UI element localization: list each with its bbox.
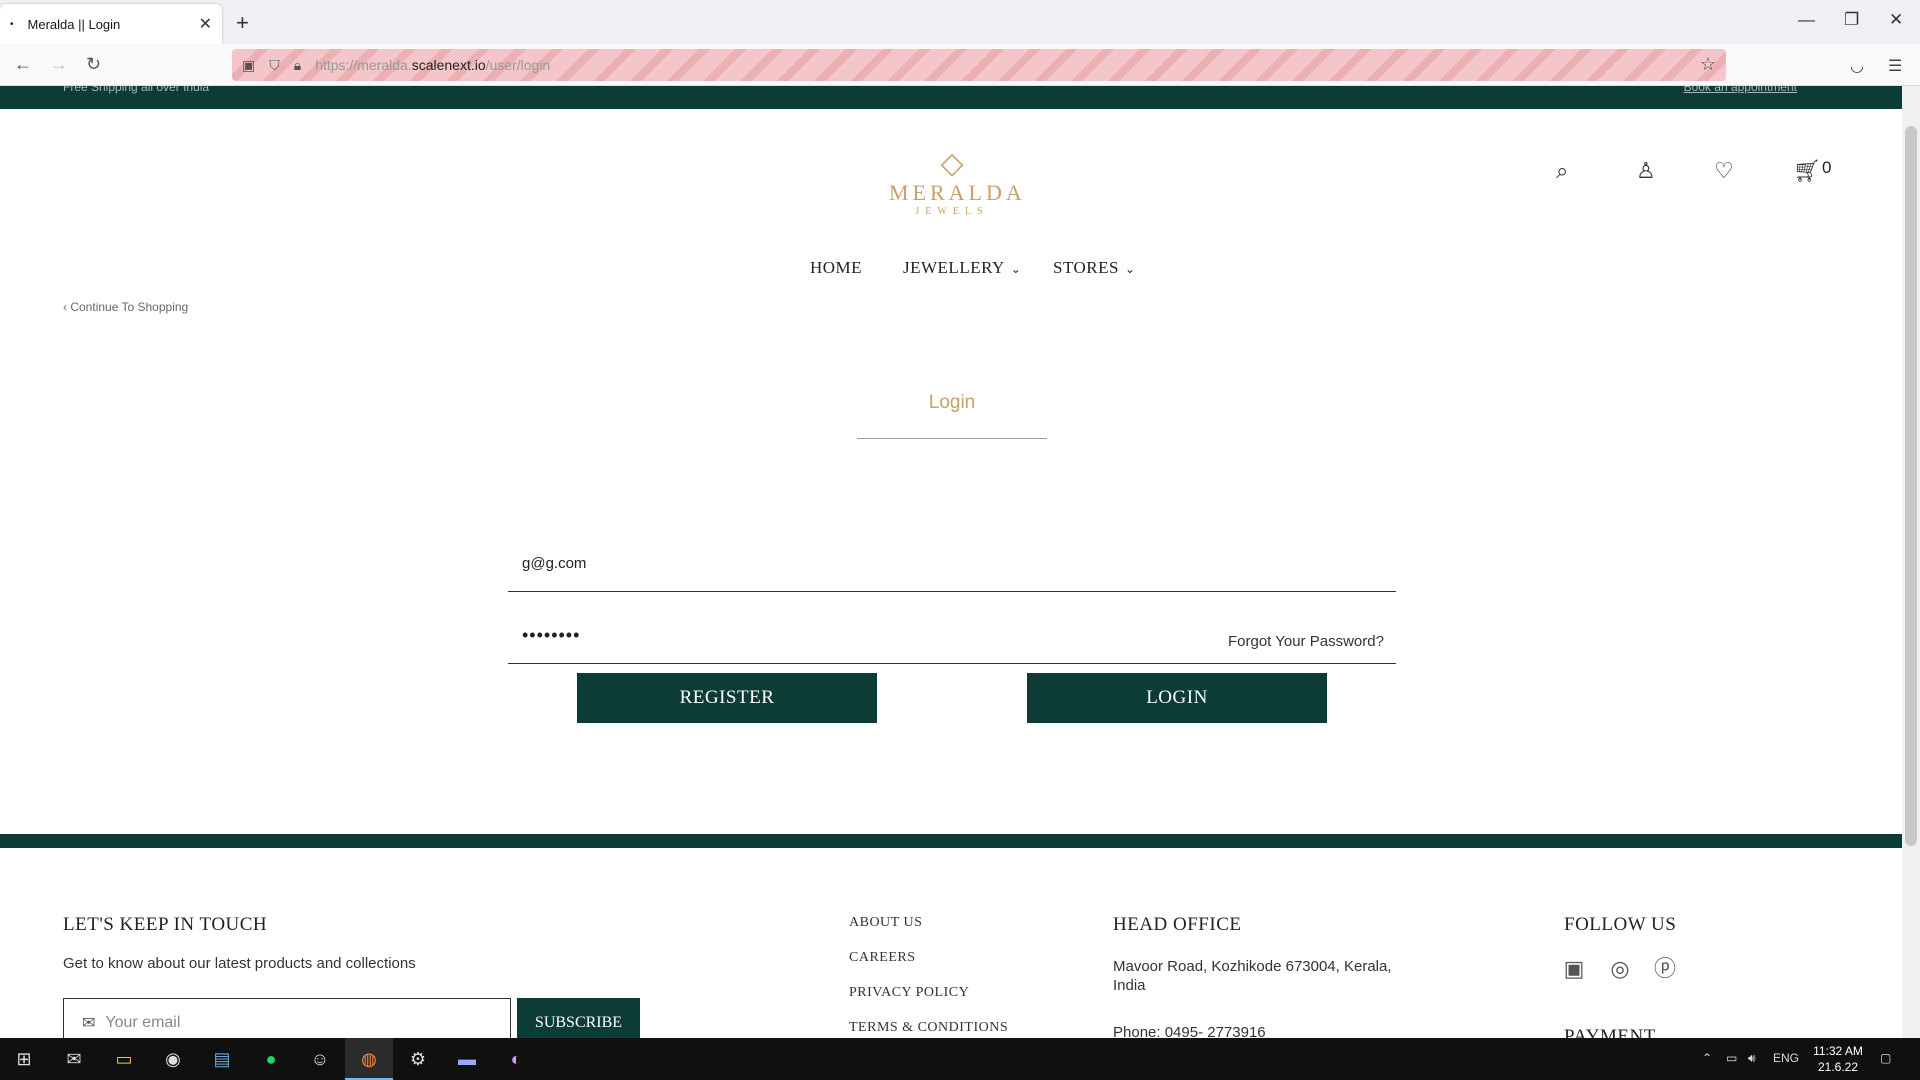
forgot-password-link[interactable]: Forgot Your Password?: [1228, 633, 1384, 650]
bookmark-star-icon[interactable]: ☆: [1700, 54, 1716, 75]
free-shipping-text: Free Shipping all over India: [63, 86, 210, 94]
nav-home[interactable]: HOME: [810, 258, 862, 278]
login-heading: Login: [857, 392, 1047, 439]
spotify-icon[interactable]: ●: [258, 1047, 284, 1071]
page-viewport: Free Shipping all over India Book an app…: [0, 86, 1902, 1038]
top-announcement-bar: Free Shipping all over India Book an app…: [0, 86, 1902, 109]
pinterest-icon[interactable]: ⓟ: [1652, 956, 1678, 982]
cart-count: 0: [1822, 158, 1832, 177]
subscribe-button[interactable]: SUBSCRIBE: [517, 998, 640, 1038]
file-explorer-icon[interactable]: ▭: [111, 1047, 137, 1071]
nav-jewellery[interactable]: JEWELLERY ⌄: [903, 258, 1021, 278]
wishlist-heart-icon[interactable]: ♡: [1714, 158, 1734, 184]
user-icon[interactable]: ♙: [1636, 158, 1656, 184]
search-icon[interactable]: ⌕: [1556, 158, 1568, 184]
back-icon[interactable]: ←: [14, 54, 32, 75]
steam-icon[interactable]: ⚙: [405, 1047, 431, 1071]
clock-date: 21.6.22: [1817, 1060, 1859, 1074]
keep-in-touch-text: Get to know about our latest products an…: [63, 955, 416, 972]
continue-shopping-link[interactable]: ‹ Continue To Shopping: [63, 300, 188, 314]
payment-heading: PAYMENT: [1564, 1026, 1656, 1038]
facebook-icon[interactable]: ▣: [1561, 956, 1587, 982]
restore-icon[interactable]: ❐: [1844, 10, 1859, 30]
robot-icon: ▣: [242, 56, 256, 73]
window-close-icon[interactable]: ✕: [1889, 10, 1903, 30]
book-appointment-link[interactable]: Book an appointment: [1684, 86, 1797, 94]
browser-toolbar: ← → ↻ ▣ ⛉ 🔒︎ https://meralda. scalenext.i…: [0, 44, 1920, 86]
logo-name: MERALDA: [889, 180, 1026, 205]
tab-favicon-icon: •: [10, 18, 14, 30]
nav-jewellery-label: JEWELLERY: [903, 258, 1005, 277]
footer-link-about[interactable]: ABOUT US: [849, 915, 922, 931]
browser-tab[interactable]: • Meralda || Login ✕: [0, 4, 222, 44]
newsletter-email-input[interactable]: ✉ Your email: [63, 998, 511, 1038]
footer-divider: [0, 834, 1902, 848]
pocket-icon[interactable]: ◡: [1850, 56, 1864, 76]
shield-icon[interactable]: ⛉: [269, 57, 280, 74]
page-scrollbar[interactable]: [1902, 86, 1920, 1038]
footer-link-terms[interactable]: TERMS & CONDITIONS: [849, 1020, 1008, 1036]
os-taskbar: ⊞ ✉ ▭ ◉ ▤ ● ☺ ◍ ⚙ ▬ ◐ ⌃ ▭ 🔊︎ ENG 11:32 A…: [0, 1038, 1920, 1080]
windows-start-icon[interactable]: ⊞: [11, 1047, 37, 1071]
minimize-icon[interactable]: —: [1798, 10, 1815, 30]
tab-title: Meralda || Login: [27, 16, 121, 32]
scrollbar-thumb[interactable]: [1905, 126, 1917, 846]
chevron-down-icon: ⌄: [1125, 262, 1136, 276]
instagram-icon[interactable]: ◎: [1607, 956, 1633, 982]
footer-link-privacy[interactable]: PRIVACY POLICY: [849, 985, 969, 1001]
follow-us-heading: FOLLOW US: [1564, 914, 1677, 935]
site-logo[interactable]: ◇ MERALDA JEWELS: [889, 147, 1026, 218]
office-phone: Phone: 0495- 2773916: [1113, 1024, 1266, 1038]
url-path: /user/login: [485, 57, 551, 73]
nav-stores-label: STORES: [1053, 258, 1119, 277]
clock-time: 11:32 AM: [1813, 1044, 1863, 1058]
url-scheme: https://meralda.: [315, 57, 412, 73]
register-button[interactable]: REGISTER: [577, 673, 877, 723]
tab-close-icon[interactable]: ✕: [199, 14, 212, 34]
lock-icon[interactable]: 🔒︎: [294, 57, 301, 74]
cart-icon[interactable]: 🛒︎: [1793, 158, 1821, 184]
diamond-logo-icon: ◇: [940, 147, 964, 180]
head-office-heading: HEAD OFFICE: [1113, 914, 1242, 935]
chevron-down-icon: ⌄: [1010, 262, 1022, 276]
login-button[interactable]: LOGIN: [1027, 673, 1327, 723]
newsletter-placeholder: Your email: [105, 1014, 181, 1031]
github-icon[interactable]: ◐: [503, 1047, 529, 1071]
reload-icon[interactable]: ↻: [86, 54, 101, 75]
envelope-icon: ✉: [82, 1015, 96, 1032]
footer-link-careers[interactable]: CAREERS: [849, 950, 916, 966]
url-bar[interactable]: ▣ ⛉ 🔒︎ https://meralda. scalenext.io/user…: [232, 49, 1726, 81]
nav-stores[interactable]: STORES ⌄: [1053, 258, 1136, 278]
office-address: Mavoor Road, Kozhikode 673004, Kerala, I…: [1113, 958, 1392, 994]
tray-chevron-up-icon[interactable]: ⌃: [1702, 1051, 1712, 1065]
logo-sub: JEWELS: [915, 206, 989, 217]
cat-app-icon[interactable]: ☺: [307, 1047, 333, 1071]
language-indicator[interactable]: ENG: [1773, 1051, 1799, 1065]
forward-icon[interactable]: →: [50, 54, 68, 75]
network-icon[interactable]: ▭: [1726, 1051, 1737, 1065]
email-field[interactable]: g@g.com: [508, 536, 1396, 592]
url-host: scalenext.io: [411, 57, 486, 73]
notifications-icon[interactable]: ▢: [1880, 1051, 1891, 1065]
mail-icon[interactable]: ✉: [61, 1047, 87, 1071]
new-tab-button[interactable]: +: [236, 10, 249, 36]
browser-tab-strip: • Meralda || Login ✕ + — ❐ ✕: [0, 0, 1920, 44]
menu-icon[interactable]: ☰: [1888, 56, 1902, 76]
camera-app-icon[interactable]: ◉: [160, 1047, 186, 1071]
continue-shopping-label: Continue To Shopping: [70, 300, 189, 314]
keep-in-touch-heading: LET'S KEEP IN TOUCH: [63, 914, 268, 935]
firefox-icon[interactable]: ◍: [356, 1047, 382, 1071]
terminal-icon[interactable]: ▬: [454, 1047, 480, 1071]
volume-icon[interactable]: 🔊︎: [1748, 1051, 1756, 1066]
remote-desktop-icon[interactable]: ▤: [209, 1047, 235, 1071]
system-clock[interactable]: 11:32 AM 21.6.22: [1808, 1043, 1868, 1075]
